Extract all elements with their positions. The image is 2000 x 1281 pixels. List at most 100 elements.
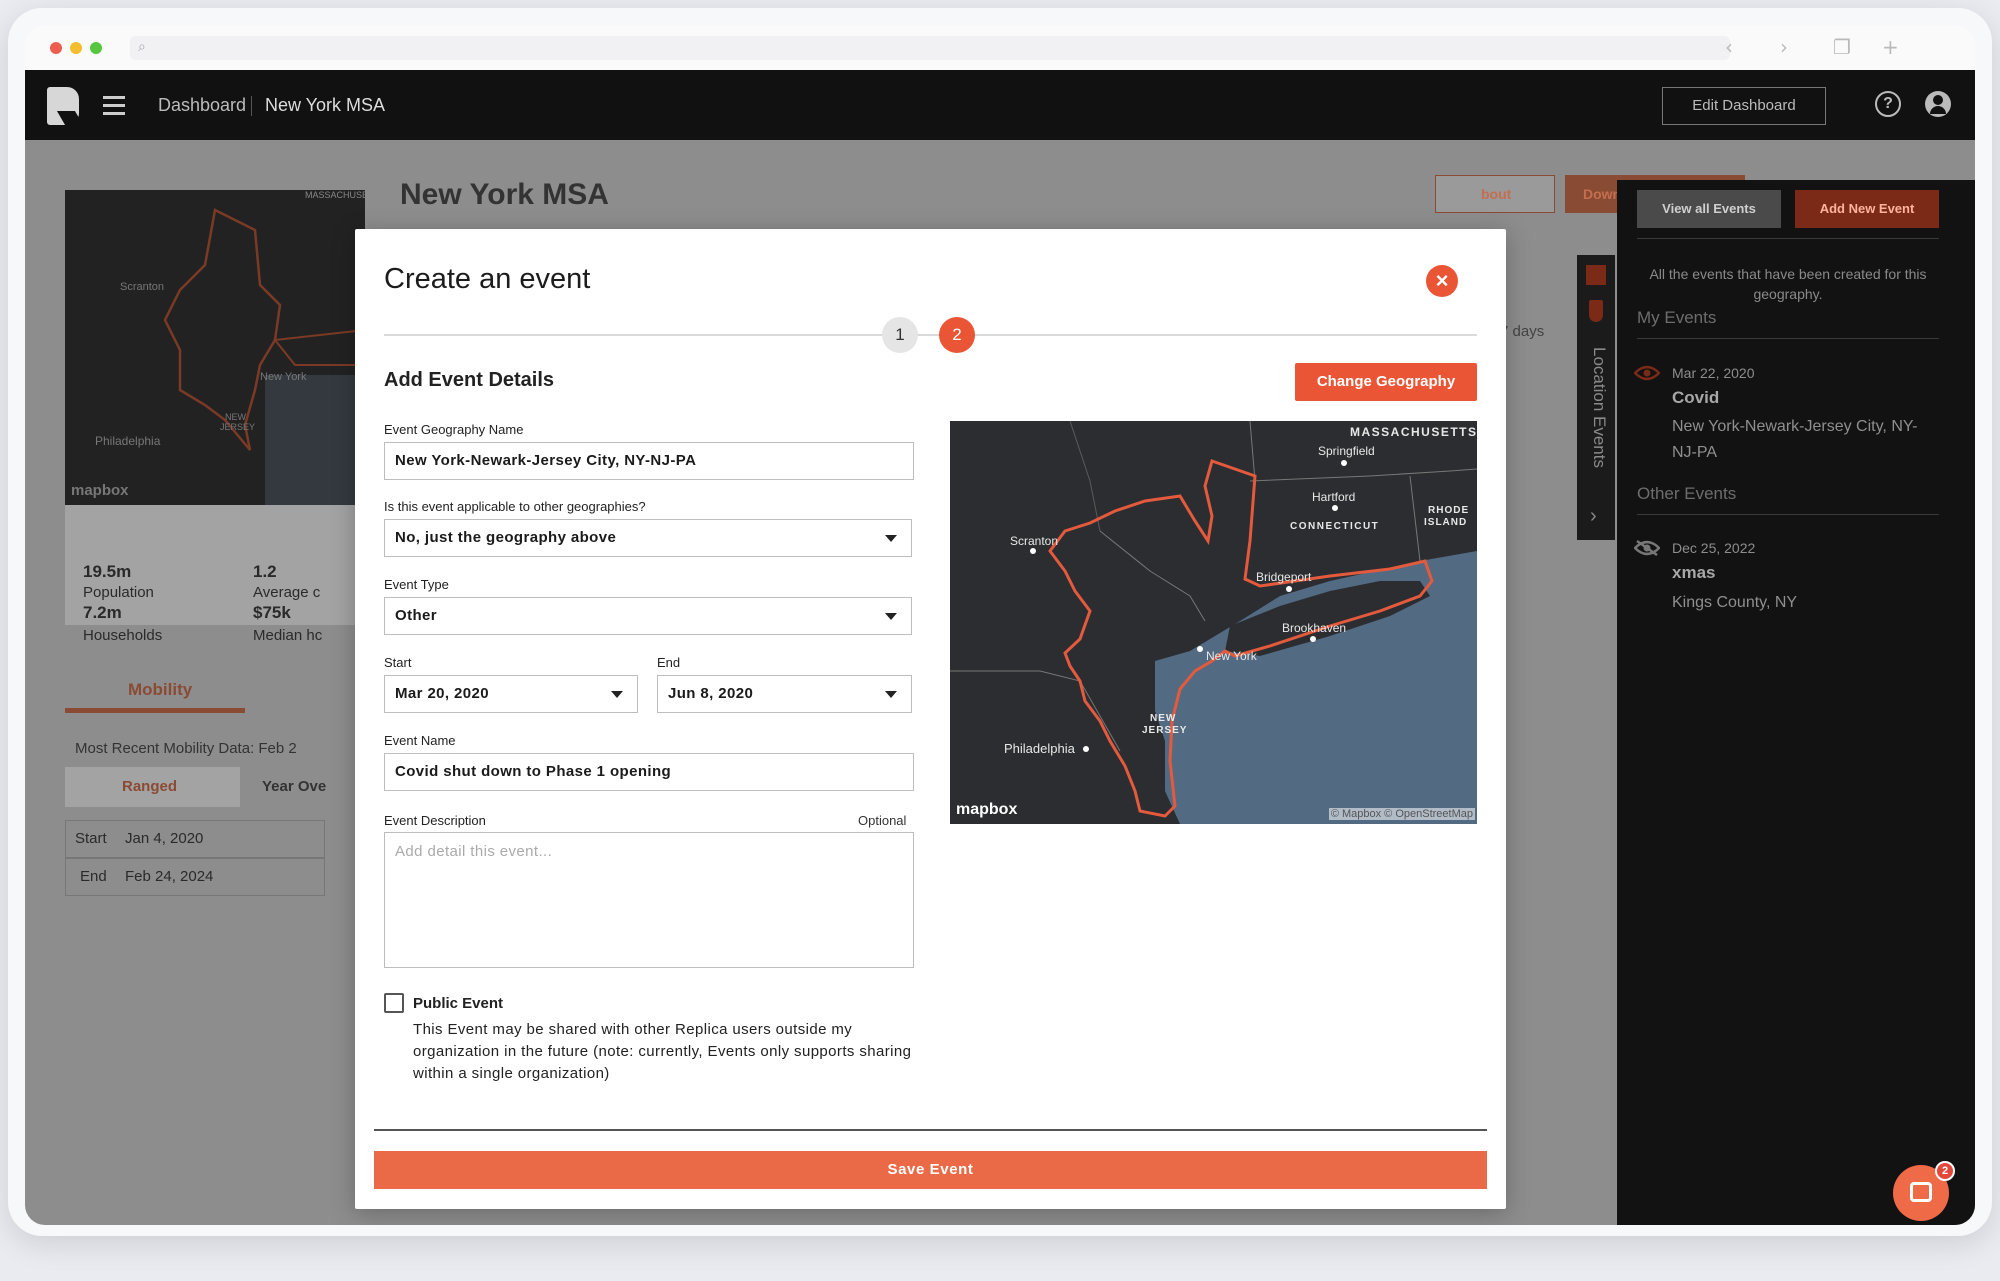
map-label-newyork: New York [1206, 649, 1258, 663]
events-panel: View all Events Add New Event All the ev… [1617, 180, 1975, 1225]
my-events-divider [1637, 338, 1939, 339]
location-events-tab[interactable]: Location Events › [1577, 255, 1615, 540]
tab-mobility[interactable]: Mobility [128, 680, 192, 700]
start-date-select[interactable]: Mar 20, 2020 [384, 675, 638, 713]
chat-button[interactable]: 2 [1893, 1161, 1955, 1221]
optional-label: Optional [858, 813, 907, 828]
geo-name-input[interactable]: New York-Newark-Jersey City, NY-NJ-PA [384, 442, 914, 480]
check-icon [1586, 265, 1606, 285]
events-description: All the events that have been created fo… [1649, 266, 1927, 302]
section-title: Add Event Details [384, 369, 555, 391]
background-map: Scranton New York NEW JERSEY Philadelphi… [65, 190, 385, 505]
new-tab-icon[interactable]: + [1882, 35, 1899, 59]
event-type-select-value: Other [395, 607, 438, 624]
app-navbar: Dashboard New York MSA Edit Dashboard ? [25, 70, 1975, 140]
tab-mobility-indicator [65, 708, 245, 713]
chat-badge: 2 [1935, 1161, 1955, 1181]
income-value: $75k [253, 603, 291, 622]
households-value: 7.2m [83, 603, 122, 622]
close-icon[interactable]: × [1426, 265, 1458, 297]
geography-map[interactable]: MASSACHUSETTS Springfield Hartford CONNE… [950, 421, 1477, 824]
background-start-label: Start [75, 830, 107, 847]
chevron-down-icon [885, 691, 897, 698]
breadcrumb-separator [251, 96, 252, 116]
address-bar[interactable]: ⌕ [130, 36, 1730, 60]
close-window-dot[interactable] [50, 42, 62, 54]
change-geography-button[interactable]: Change Geography [1295, 363, 1477, 401]
population-value: 19.5m [83, 562, 132, 581]
breadcrumb-dashboard[interactable]: Dashboard [158, 95, 246, 116]
other-event-geography: Kings County, NY [1672, 594, 1798, 611]
chevron-down-icon [885, 613, 897, 620]
start-label: Start [384, 655, 412, 670]
save-event-button[interactable]: Save Event [374, 1151, 1487, 1189]
step-progress-line [384, 334, 1477, 336]
event-name-input[interactable]: Covid shut down to Phase 1 opening [384, 753, 914, 791]
modal-title: Create an event [384, 263, 591, 295]
background-title: New York MSA [400, 178, 609, 211]
replica-logo-icon[interactable] [47, 87, 79, 125]
my-event-geography: New York-Newark-Jersey City, NY-NJ-PA [1672, 418, 1918, 461]
bookmark-icon [1589, 300, 1603, 322]
svg-text:NEW: NEW [225, 412, 247, 422]
applicable-label: Is this event applicable to other geogra… [384, 499, 646, 514]
other-events-header: Other Events [1637, 484, 1737, 503]
about-button[interactable]: bout [1435, 175, 1555, 213]
step-2: 2 [939, 317, 975, 353]
eye-off-icon[interactable] [1634, 540, 1660, 556]
menu-icon[interactable] [103, 96, 125, 120]
map-label-bridgeport: Bridgeport [1256, 570, 1312, 584]
households-label: Households [83, 627, 163, 644]
map-label-hartford: Hartford [1312, 490, 1355, 504]
end-label: End [657, 655, 681, 670]
map-label-connecticut: CONNECTICUT [1290, 521, 1379, 532]
location-events-label: Location Events [1590, 347, 1609, 468]
other-event-date: Dec 25, 2022 [1672, 540, 1756, 556]
edit-dashboard-button[interactable]: Edit Dashboard [1662, 87, 1826, 125]
chat-icon [1910, 1182, 1932, 1202]
eye-icon[interactable] [1634, 365, 1660, 381]
map-attribution[interactable]: © Mapbox © OpenStreetMap [1328, 808, 1475, 820]
svg-text:Scranton: Scranton [120, 281, 164, 293]
event-description-textarea[interactable]: Add detail this event... [384, 832, 914, 968]
end-date-select[interactable]: Jun 8, 2020 [657, 675, 912, 713]
add-new-event-button[interactable]: Add New Event [1795, 190, 1939, 228]
forward-icon[interactable]: › [1780, 35, 1788, 59]
svg-text:Philadelphia: Philadelphia [95, 434, 161, 448]
step-1[interactable]: 1 [882, 317, 918, 353]
user-account-icon[interactable] [1925, 91, 1951, 117]
public-event-description: This Event may be shared with other Repl… [413, 1021, 912, 1082]
my-events-header: My Events [1637, 308, 1717, 327]
svg-text:JERSEY: JERSEY [220, 422, 255, 432]
svg-text:New York: New York [260, 371, 307, 383]
other-event-name[interactable]: xmas [1672, 563, 1715, 583]
event-type-select[interactable]: Other [384, 597, 912, 635]
end-date-value: Jun 8, 2020 [668, 685, 754, 702]
population-label: Population [83, 584, 154, 601]
events-divider [1637, 238, 1939, 239]
chevron-right-icon: › [1590, 505, 1597, 527]
event-type-label: Event Type [384, 577, 449, 592]
maximize-window-dot[interactable] [90, 42, 102, 54]
chevron-down-icon [885, 535, 897, 542]
footer-divider [374, 1129, 1487, 1131]
tabs-icon[interactable]: ❐ [1833, 35, 1851, 59]
my-event-name[interactable]: Covid [1672, 388, 1719, 408]
back-icon[interactable]: ‹ [1725, 35, 1733, 59]
applicable-select[interactable]: No, just the geography above [384, 519, 912, 557]
public-event-label[interactable]: Public Event [413, 995, 503, 1012]
create-event-modal: Create an event × 1 2 Add Event Details … [355, 229, 1506, 1209]
map-label-springfield: Springfield [1318, 444, 1375, 458]
mapbox-logo[interactable]: mapbox [956, 801, 1017, 819]
minimize-window-dot[interactable] [70, 42, 82, 54]
applicable-select-value: No, just the geography above [395, 529, 617, 546]
event-description-label: Event Description [384, 813, 486, 828]
browser-window: ⌕ ‹ › ❐ + Dashboard New York MSA Edit Da… [25, 25, 1975, 1225]
segment-yoy-label[interactable]: Year Ove [262, 778, 326, 795]
view-all-events-button[interactable]: View all Events [1637, 190, 1781, 228]
background-end-label: End [80, 868, 107, 885]
map-label-rhode: RHODE [1428, 505, 1469, 516]
help-icon[interactable]: ? [1875, 91, 1901, 117]
map-label-brookhaven: Brookhaven [1282, 621, 1346, 635]
public-event-checkbox[interactable] [384, 993, 404, 1013]
